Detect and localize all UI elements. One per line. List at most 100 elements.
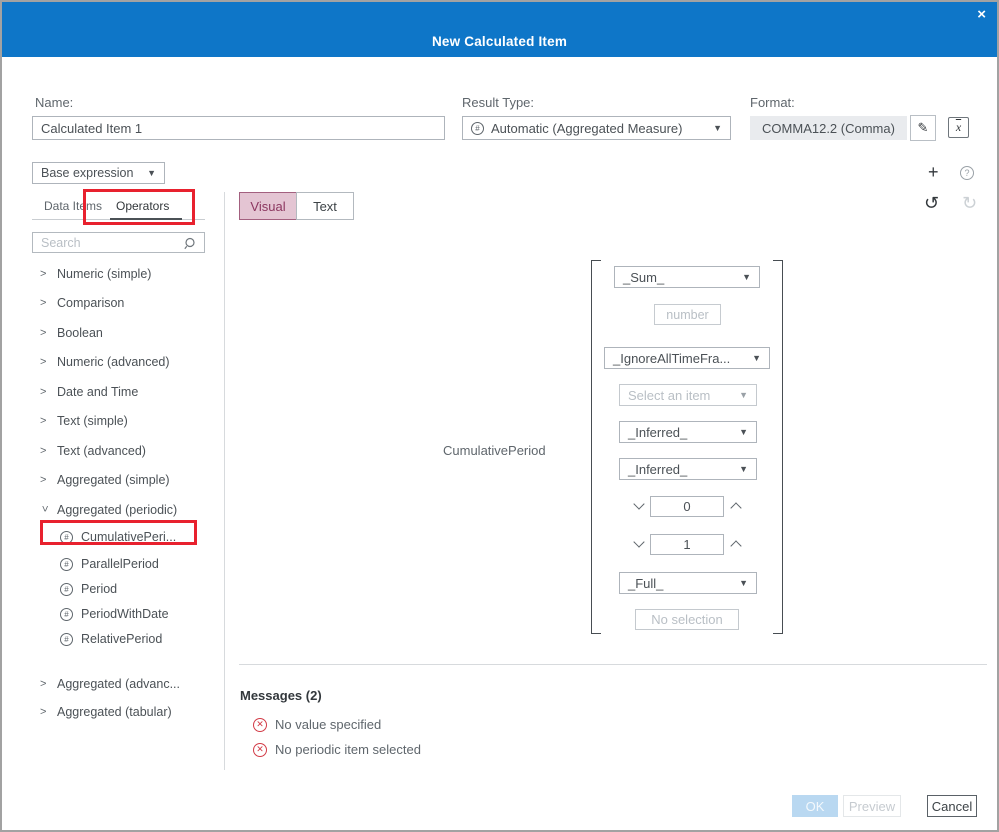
tree-item-aggregated-periodic[interactable]: > Aggregated (periodic) xyxy=(39,501,178,519)
result-type-label: Result Type: xyxy=(462,95,535,110)
tree-item-comparison[interactable]: > Comparison xyxy=(40,294,124,312)
tree-item-cumulativeperiod[interactable]: # CumulativePeri... xyxy=(60,528,176,546)
bracket-left xyxy=(591,260,601,634)
tree-item-label: CumulativePeri... xyxy=(81,530,177,544)
tree-item-label: PeriodWithDate xyxy=(81,607,169,621)
tree-item-label: Date and Time xyxy=(57,385,139,399)
no-selection-label: No selection xyxy=(651,612,723,627)
tree-item-relativeperiod[interactable]: # RelativePeriod xyxy=(60,630,162,648)
tree-item-aggregated-tabular[interactable]: > Aggregated (tabular) xyxy=(40,703,172,721)
preview-button[interactable]: Preview xyxy=(843,795,901,817)
preview-label: Preview xyxy=(848,798,896,814)
tree-item-text-advanced[interactable]: > Text (advanced) xyxy=(40,442,146,460)
cancel-button[interactable]: Cancel xyxy=(927,795,977,817)
tree-item-text-simple[interactable]: > Text (simple) xyxy=(40,412,128,430)
increment-start-offset-button[interactable] xyxy=(730,500,742,512)
chevron-right-icon[interactable]: > xyxy=(40,415,49,427)
ok-label: OK xyxy=(805,798,825,814)
function-label: CumulativePeriod xyxy=(443,443,546,458)
chevron-right-icon[interactable]: > xyxy=(40,297,49,309)
scope-dropdown[interactable]: _Full_ ▼ xyxy=(619,572,757,594)
search-icon xyxy=(184,237,195,250)
message-text: No value specified xyxy=(275,717,382,732)
dialog-title: New Calculated Item xyxy=(431,34,568,49)
chevron-right-icon[interactable]: > xyxy=(40,474,49,486)
chevron-right-icon[interactable]: > xyxy=(40,356,49,368)
chevron-right-icon[interactable]: > xyxy=(40,268,49,280)
tree-item-periodwithdate[interactable]: # PeriodWithDate xyxy=(60,605,169,623)
name-input[interactable] xyxy=(33,120,444,136)
aggregation-dropdown[interactable]: _Sum_ ▼ xyxy=(614,266,760,288)
time-frame-dropdown[interactable]: _IgnoreAllTimeFra... ▼ xyxy=(604,347,770,369)
redo-icon[interactable]: ↻ xyxy=(962,194,977,212)
number-field[interactable] xyxy=(654,304,721,325)
dialog-header: New Calculated Item × xyxy=(2,2,997,57)
result-type-dropdown[interactable]: # Automatic (Aggregated Measure) ▼ xyxy=(462,116,731,140)
search-field[interactable] xyxy=(32,232,205,253)
tree-item-label: Boolean xyxy=(57,326,103,340)
panel-divider xyxy=(224,192,225,770)
end-offset-field[interactable] xyxy=(650,534,724,555)
outer-interval-dropdown[interactable]: _Inferred_ ▼ xyxy=(619,458,757,480)
search-input[interactable] xyxy=(33,235,204,250)
tree-item-numeric-advanced[interactable]: > Numeric (advanced) xyxy=(40,353,170,371)
tree-item-label: Text (advanced) xyxy=(57,444,146,458)
tab-operators[interactable]: Operators xyxy=(116,199,169,213)
aggregated-measure-icon: # xyxy=(60,582,73,596)
ok-button[interactable]: OK xyxy=(792,795,838,817)
scope-value: _Full_ xyxy=(628,575,664,591)
tree-item-label: Aggregated (advanc... xyxy=(57,677,180,691)
tree-item-label: Numeric (simple) xyxy=(57,267,152,281)
close-icon[interactable]: × xyxy=(977,7,986,22)
tree-item-label: ParallelPeriod xyxy=(81,557,159,571)
tab-data-items[interactable]: Data Items xyxy=(44,199,102,213)
tab-text[interactable]: Text xyxy=(296,192,354,220)
tree-item-period[interactable]: # Period xyxy=(60,580,117,598)
message-row: ✕ No value specified xyxy=(253,717,381,732)
help-icon[interactable]: ? xyxy=(960,166,974,180)
format-value: COMMA12.2 (Comma) xyxy=(762,120,895,136)
chevron-down-icon: ▼ xyxy=(739,578,748,588)
chevron-right-icon[interactable]: > xyxy=(40,678,49,690)
format-label: Format: xyxy=(750,95,795,110)
base-expression-dropdown[interactable]: Base expression ▼ xyxy=(32,162,165,184)
decrement-start-offset-button[interactable] xyxy=(633,500,645,512)
tree-item-label: Aggregated (periodic) xyxy=(57,503,178,517)
tree-item-aggregated-advanced[interactable]: > Aggregated (advanc... xyxy=(40,675,180,693)
format-value-box: COMMA12.2 (Comma) xyxy=(750,116,907,140)
number-input[interactable] xyxy=(655,307,720,322)
chevron-down-icon: ▼ xyxy=(739,390,748,400)
chevron-right-icon[interactable]: > xyxy=(40,386,49,398)
chevron-right-icon[interactable]: > xyxy=(40,445,49,457)
tree-item-aggregated-simple[interactable]: > Aggregated (simple) xyxy=(40,471,170,489)
start-offset-field[interactable] xyxy=(650,496,724,517)
end-offset-input[interactable] xyxy=(651,537,723,552)
error-icon: ✕ xyxy=(253,742,267,757)
cancel-label: Cancel xyxy=(931,798,973,814)
item-dropdown[interactable]: Select an item ▼ xyxy=(619,384,757,406)
show-expression-button[interactable]: x xyxy=(948,117,969,138)
chevron-right-icon[interactable]: > xyxy=(40,327,49,339)
tree-item-parallelperiod[interactable]: # ParallelPeriod xyxy=(60,555,159,573)
chevron-right-icon[interactable]: > xyxy=(40,706,49,718)
undo-icon[interactable]: ↺ xyxy=(924,194,939,212)
start-offset-input[interactable] xyxy=(651,499,723,514)
text-tab-label: Text xyxy=(313,198,337,214)
no-selection-box[interactable]: No selection xyxy=(635,609,739,630)
inner-interval-dropdown[interactable]: _Inferred_ ▼ xyxy=(619,421,757,443)
add-icon[interactable]: + xyxy=(928,163,939,181)
tree-item-boolean[interactable]: > Boolean xyxy=(40,324,103,342)
decrement-end-offset-button[interactable] xyxy=(633,538,645,550)
messages-divider xyxy=(239,664,987,665)
name-label: Name: xyxy=(35,95,74,110)
name-field[interactable] xyxy=(32,116,445,140)
tab-visual[interactable]: Visual xyxy=(239,192,297,220)
tree-item-date-and-time[interactable]: > Date and Time xyxy=(40,383,138,401)
edit-format-button[interactable]: ✎ xyxy=(910,115,936,141)
chevron-down-icon[interactable]: > xyxy=(39,506,51,515)
result-type-value: Automatic (Aggregated Measure) xyxy=(491,120,683,136)
item-placeholder: Select an item xyxy=(628,387,711,403)
tree-item-numeric-simple[interactable]: > Numeric (simple) xyxy=(40,265,151,283)
increment-end-offset-button[interactable] xyxy=(730,538,742,550)
bracket-right xyxy=(773,260,783,634)
